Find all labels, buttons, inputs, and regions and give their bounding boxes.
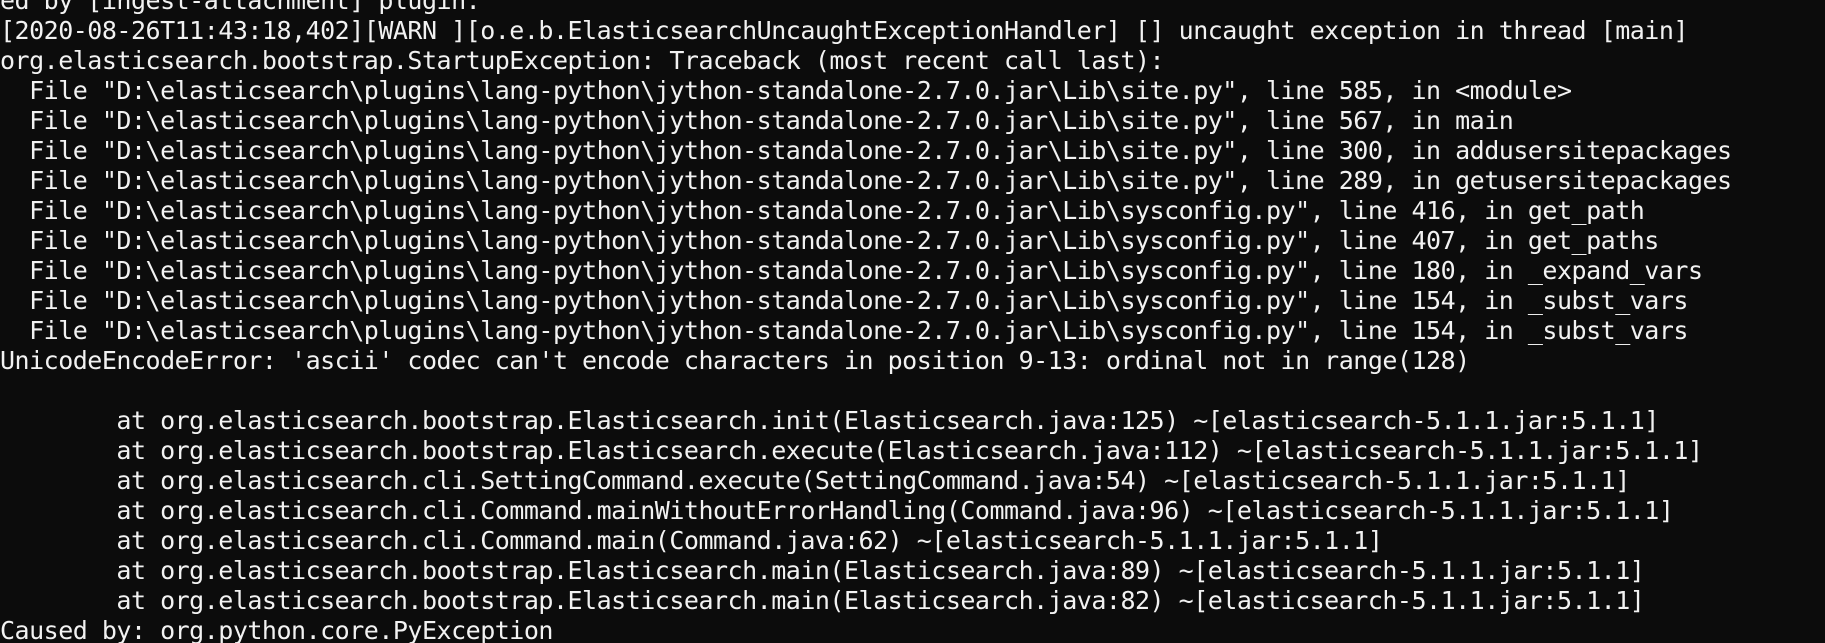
console-line: org.elasticsearch.bootstrap.StartupExcep… xyxy=(0,46,1165,75)
console-line: at org.elasticsearch.bootstrap.Elasticse… xyxy=(0,556,1645,585)
console-line: [2020-08-26T11:43:18,402][WARN ][o.e.b.E… xyxy=(0,16,1688,45)
console-line: File "D:\elasticsearch\plugins\lang-pyth… xyxy=(0,196,1645,225)
console-line: File "D:\elasticsearch\plugins\lang-pyth… xyxy=(0,316,1688,345)
console-line: File "D:\elasticsearch\plugins\lang-pyth… xyxy=(0,136,1732,165)
console-line: ed by [ingest-attachment] plugin. xyxy=(0,0,481,15)
console-line: File "D:\elasticsearch\plugins\lang-pyth… xyxy=(0,76,1572,105)
console-line: at org.elasticsearch.cli.Command.mainWit… xyxy=(0,496,1674,525)
console-line: File "D:\elasticsearch\plugins\lang-pyth… xyxy=(0,286,1688,315)
console-line: File "D:\elasticsearch\plugins\lang-pyth… xyxy=(0,226,1659,255)
console-line: File "D:\elasticsearch\plugins\lang-pyth… xyxy=(0,166,1732,195)
console-line: at org.elasticsearch.bootstrap.Elasticse… xyxy=(0,436,1703,465)
console-output: ed by [ingest-attachment] plugin. [2020-… xyxy=(0,0,1732,643)
console-line: UnicodeEncodeError: 'ascii' codec can't … xyxy=(0,346,1470,375)
console-line: at org.elasticsearch.cli.Command.main(Co… xyxy=(0,526,1383,555)
console-line: File "D:\elasticsearch\plugins\lang-pyth… xyxy=(0,256,1703,285)
console-line: at org.elasticsearch.bootstrap.Elasticse… xyxy=(0,586,1645,615)
console-window[interactable]: ed by [ingest-attachment] plugin. [2020-… xyxy=(0,0,1825,643)
console-line: Caused by: org.python.core.PyException xyxy=(0,616,553,643)
console-line: File "D:\elasticsearch\plugins\lang-pyth… xyxy=(0,106,1514,135)
console-line: at org.elasticsearch.cli.SettingCommand.… xyxy=(0,466,1630,495)
console-line: at org.elasticsearch.bootstrap.Elasticse… xyxy=(0,406,1659,435)
